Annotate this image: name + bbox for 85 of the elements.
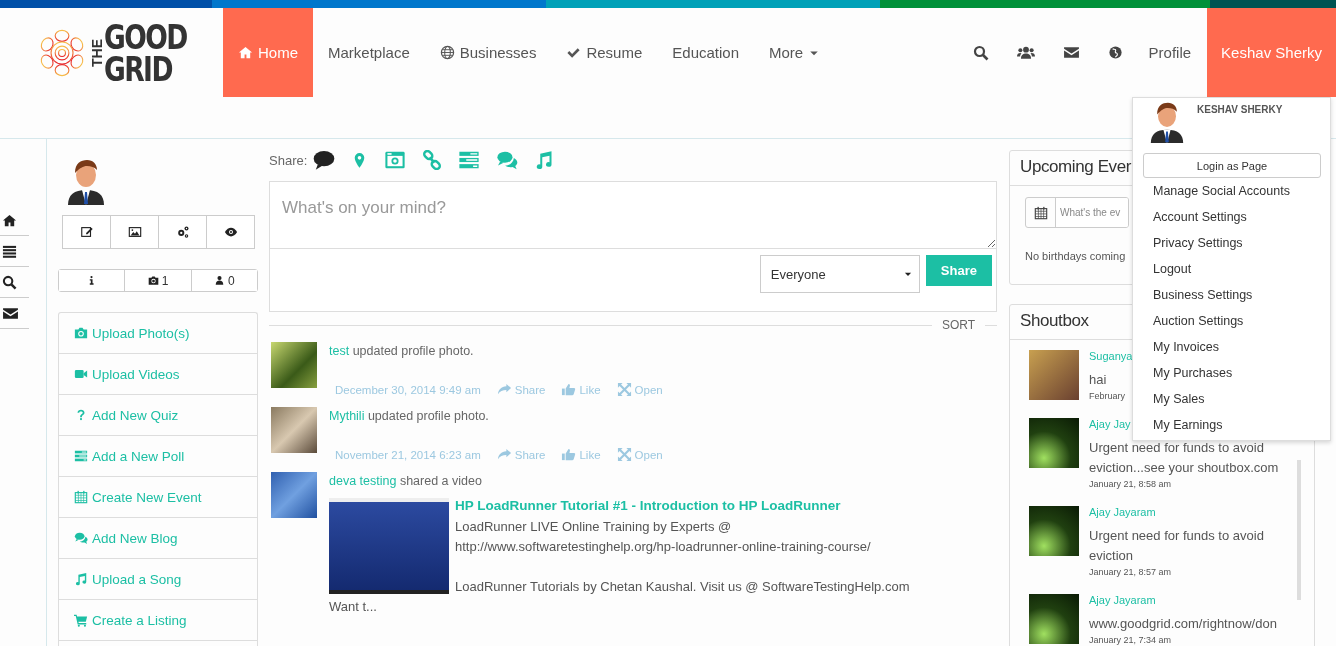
avatar-icon [66,157,106,205]
menu-item[interactable]: My Earnings [1133,412,1330,438]
photo-placeholder [271,472,317,518]
menu-item[interactable]: Business Settings [1133,282,1330,308]
search-icon[interactable] [972,44,989,61]
profile-link[interactable]: Profile [1136,8,1208,97]
sort-button[interactable]: SORT [941,318,975,332]
nav-link[interactable]: Businesses [424,8,552,97]
photo-placeholder [1029,350,1079,400]
user-name: KESHAV SHERKY [1197,104,1283,117]
empty-message: No birthdays coming [1025,250,1126,262]
user-icon [213,275,225,286]
photo-placeholder [271,407,317,453]
photo-placeholder [1029,418,1079,468]
friends-count[interactable]: 0 [190,270,257,291]
music-icon [74,572,88,586]
video-description: LoadRunner LIVE Online Training by Experts @ http://www.softwaretestinghelp.org/hp-loadrunner-online-training-course/ LoadRunner Tutorials by Chetan Kaushal. Visit us @ SoftwareTestingHelp.com [455,518,910,596]
shout-text: hai [1089,371,1108,389]
thumbs-up-icon [561,382,577,397]
logo-text: THE [90,38,105,67]
menu-item[interactable]: My Sales [1133,386,1330,412]
gears-button[interactable] [158,215,207,249]
list-icon[interactable] [2,243,17,259]
home-icon [238,45,253,60]
logo-text: GRID [104,52,172,85]
shout-text: Urgent need for funds to avoid eviction...see your shoutbox.com [1089,439,1280,477]
status-input[interactable]: What's on your mind? [269,181,997,249]
comments-icon [74,531,88,545]
shout-author: Ajay Jay [1089,418,1131,430]
image-icon [127,225,142,239]
calendar-icon [74,490,88,504]
menu-item[interactable]: My Purchases [1133,360,1330,386]
menu-item[interactable]: Manage Social Accounts [1133,178,1330,204]
poll-icon [74,449,88,463]
logo-text: GOOD [104,20,187,53]
shout-author: Ajay Jayaram [1089,594,1156,606]
expand-icon [616,447,632,462]
edit-icon [79,225,94,239]
photo-placeholder [1029,594,1079,644]
edit-button[interactable] [62,215,111,249]
post-headline: Mythili updated profile photo. [329,409,490,423]
menu-item[interactable]: Privacy Settings [1133,230,1330,256]
photo-placeholder [271,342,317,388]
nav-link[interactable]: Resume [551,8,658,97]
camera-icon [74,326,88,340]
eye-icon [223,225,238,239]
post-date: November 21, 2014 6:23 am [335,448,481,461]
globe-icon[interactable] [1107,45,1123,60]
mail-icon[interactable] [1062,44,1080,61]
shout-text: Urgent need for funds to avoid eviction [1089,527,1265,565]
eye-button[interactable] [206,215,255,249]
card-title: Upcoming Ever [1020,157,1131,177]
image-button[interactable] [110,215,159,249]
avatar-icon [1149,100,1185,144]
shout-author: Ajay Jayaram [1089,506,1156,518]
calendar-icon [1033,205,1048,220]
shout-author: Suganya [1089,350,1133,362]
shout-time: February [1089,390,1125,402]
video-camera-icon [74,367,88,381]
menu-item[interactable]: Account Settings [1133,204,1330,230]
share-label: Share: [269,152,308,168]
menu-item[interactable]: Logout [1133,256,1330,282]
home-icon[interactable] [2,212,17,228]
camera-icon [147,275,159,286]
thumbs-up-icon [561,447,577,462]
shout-time: January 21, 8:57 am [1089,566,1172,578]
shout-text: www.goodgrid.com/rightnow/don [1089,615,1277,633]
cart-icon [74,613,88,627]
post-headline: deva testing shared a video [329,474,483,488]
shout-time: January 21, 8:58 am [1089,478,1172,490]
login-as-page-button[interactable]: Login as Page [1143,153,1321,178]
search-icon[interactable] [2,274,17,290]
event-input-field[interactable]: What's the ev [1025,197,1129,228]
read-more-text: Want t... [329,599,378,614]
audience-dropdown[interactable]: Everyone [759,255,920,293]
photo-placeholder [1029,506,1079,556]
nav-link[interactable]: More [754,8,836,97]
post-date: December 30, 2014 9:49 am [335,383,481,396]
nav-link[interactable]: Education [657,8,754,97]
nav-link[interactable]: Marketplace [313,8,425,97]
speech-bubble-icon[interactable] [313,149,336,171]
globe-icon [439,45,455,60]
shout-time: January 21, 7:34 am [1089,634,1172,646]
post-headline: test updated profile photo. [329,344,475,358]
expand-icon [616,382,632,397]
